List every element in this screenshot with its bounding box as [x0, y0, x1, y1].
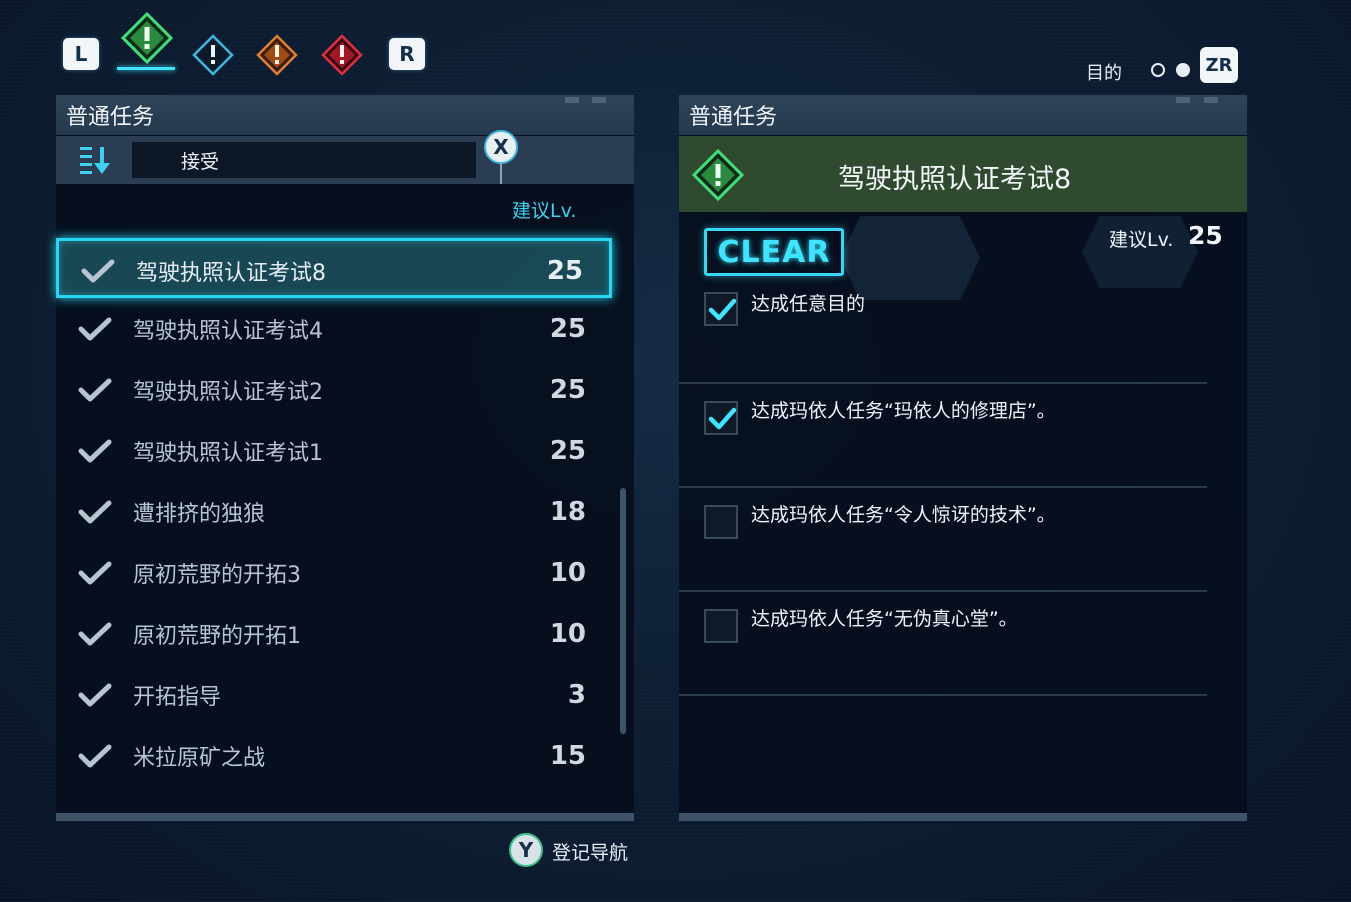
quest-list-title: 普通任务 [66, 105, 155, 130]
objective-checkbox-empty [704, 609, 738, 643]
quest-level: 10 [549, 619, 586, 649]
quest-row[interactable]: 驾驶执照认证考试8 25 [56, 238, 612, 298]
check-icon [78, 683, 112, 711]
sort-icon[interactable] [80, 145, 114, 175]
quest-green-icon [692, 149, 744, 201]
header-decoration [1204, 97, 1218, 103]
r-shoulder-button[interactable]: R [389, 38, 425, 70]
quest-blue-icon[interactable] [192, 34, 234, 76]
page-dot-inactive [1151, 63, 1165, 77]
objective-text: 达成玛依人任务“玛依人的修理店”。 [751, 400, 1056, 422]
check-icon [78, 317, 112, 345]
objective-row: 达成玛依人任务“令人惊讶的技术”。 [679, 488, 1207, 592]
check-icon [78, 561, 112, 589]
recommended-level-value: 25 [1188, 221, 1223, 250]
quest-name: 原初荒野的开拓3 [133, 563, 301, 588]
objective-checkbox-checked [704, 292, 738, 326]
quest-name: 驾驶执照认证考试4 [133, 319, 323, 344]
panel-bottom-bar [679, 813, 1247, 821]
objective-row: 达成玛依人任务“玛依人的修理店”。 [679, 384, 1207, 488]
check-icon [78, 744, 112, 772]
objective-text: 达成玛依人任务“令人惊讶的技术”。 [751, 504, 1056, 526]
quest-name: 原初荒野的开拓1 [133, 624, 301, 649]
register-nav-label: 登记导航 [552, 842, 629, 864]
check-icon [81, 259, 115, 287]
quest-level: 25 [549, 375, 586, 405]
quest-level: 25 [549, 436, 586, 466]
quest-row[interactable]: 原初荒野的开拓1 10 [56, 604, 612, 664]
y-button[interactable]: Y [509, 833, 543, 867]
l-shoulder-button[interactable]: L [63, 38, 99, 70]
active-tab-indicator [117, 67, 175, 70]
objective-checkbox-checked [704, 401, 738, 435]
quest-list-header: 普通任务 [56, 95, 634, 135]
purpose-label: 目的 [1086, 63, 1122, 84]
quest-level: 15 [549, 741, 586, 771]
quest-detail-header: 普通任务 [679, 95, 1247, 135]
quest-row[interactable]: 驾驶执照认证考试2 25 [56, 360, 612, 420]
quest-name: 开拓指导 [133, 685, 222, 710]
check-icon [78, 378, 112, 406]
page-dot-active [1176, 63, 1190, 77]
recommended-level-label: 建议Lv. [1109, 229, 1174, 251]
x-button-connector [500, 164, 502, 184]
header-decoration [1176, 97, 1190, 103]
sort-value: 接受 [181, 150, 220, 173]
check-icon [78, 500, 112, 528]
quest-name: 驾驶执照认证考试8 [838, 164, 1072, 195]
sort-field[interactable]: 接受 [132, 142, 476, 178]
check-icon [78, 622, 112, 650]
quest-level: 3 [567, 680, 586, 710]
quest-name: 驾驶执照认证考试8 [136, 261, 326, 286]
quest-row[interactable]: 驾驶执照认证考试4 25 [56, 299, 612, 359]
header-decoration [592, 97, 606, 103]
quest-row[interactable]: 遭排挤的独狼 18 [56, 482, 612, 542]
quest-row[interactable]: 驾驶执照认证考试1 25 [56, 421, 612, 481]
zr-button[interactable]: ZR [1200, 47, 1238, 83]
quest-level: 18 [549, 497, 586, 527]
check-icon [78, 439, 112, 467]
quest-name: 遭排挤的独狼 [133, 502, 266, 527]
scrollbar[interactable] [620, 488, 626, 734]
quest-name: 驾驶执照认证考试2 [133, 380, 323, 405]
quest-row[interactable]: 开拓指导 3 [56, 665, 612, 725]
objective-text: 达成玛依人任务“无伪真心堂”。 [751, 608, 1018, 630]
objective-checkbox-empty [704, 505, 738, 539]
recommended-level-header: 建议Lv. [512, 200, 577, 222]
close-button[interactable]: X [484, 130, 518, 164]
objective-text: 达成任意目的 [751, 293, 866, 315]
objective-row: 达成任意目的 [679, 280, 1207, 384]
quest-level: 25 [546, 256, 583, 286]
quest-row[interactable]: 原初荒野的开拓3 10 [56, 543, 612, 603]
quest-level: 25 [549, 314, 586, 344]
quest-orange-icon[interactable] [256, 34, 298, 76]
objective-row: 达成玛依人任务“无伪真心堂”。 [679, 592, 1207, 696]
panel-bottom-bar [56, 813, 634, 821]
clear-badge: CLEAR [704, 228, 844, 276]
header-decoration [565, 97, 579, 103]
quest-name: 米拉原矿之战 [133, 746, 266, 771]
quest-level: 10 [549, 558, 586, 588]
quest-name: 驾驶执照认证考试1 [133, 441, 323, 466]
quest-detail-title: 普通任务 [689, 105, 778, 130]
quest-green-icon[interactable] [121, 12, 173, 64]
quest-row[interactable]: 米拉原矿之战 15 [56, 726, 612, 786]
quest-red-icon[interactable] [321, 34, 363, 76]
